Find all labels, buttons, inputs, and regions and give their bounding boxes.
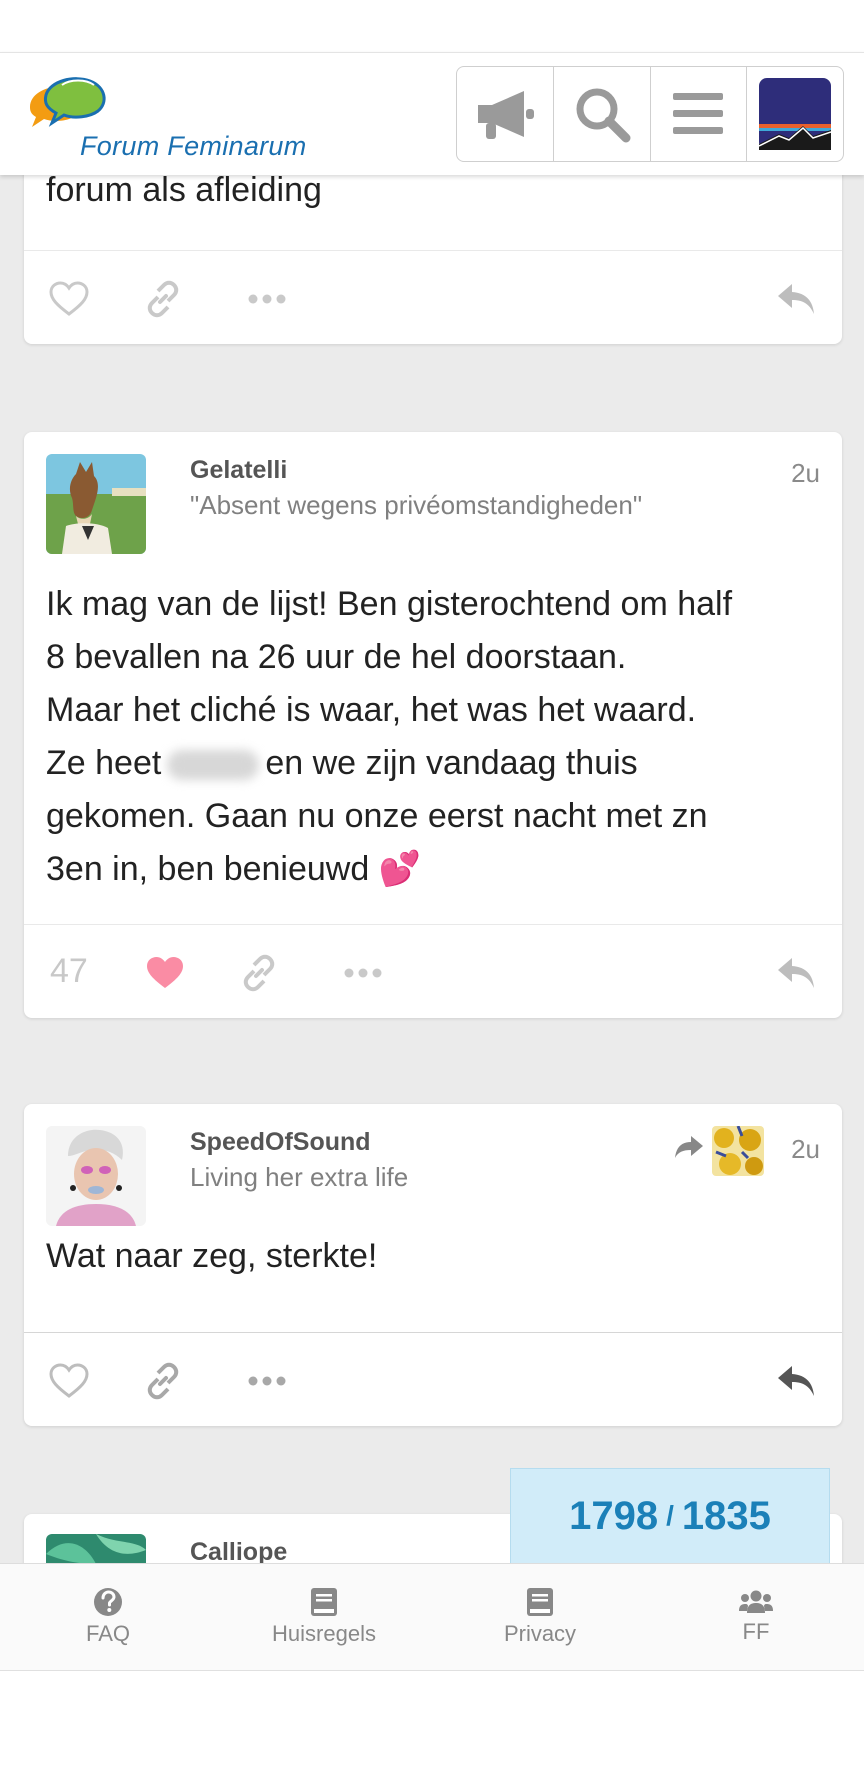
users-icon	[739, 1590, 773, 1613]
two-hearts-emoji: 💕	[378, 850, 422, 888]
post-card: SpeedOfSound Living her extra life 2u Wa…	[24, 1104, 842, 1426]
post-body-fragment: Ze heet	[46, 744, 162, 782]
like-button[interactable]	[142, 950, 188, 996]
heart-outline-icon	[49, 1363, 89, 1398]
question-circle-icon	[94, 1588, 122, 1616]
book-icon	[311, 1588, 337, 1616]
blurred-name	[167, 750, 260, 781]
more-options-button[interactable]	[244, 276, 290, 322]
floral-avatar-icon	[712, 1126, 764, 1176]
like-button[interactable]	[46, 276, 92, 322]
share-link-button[interactable]	[140, 276, 186, 322]
post-divider	[24, 924, 842, 925]
megaphone-icon	[477, 91, 534, 139]
more-options-button[interactable]	[244, 1358, 290, 1404]
progress-separator: /	[666, 1500, 674, 1531]
reply-icon	[778, 284, 814, 314]
link-icon	[147, 280, 179, 318]
link-icon	[147, 1362, 179, 1400]
book-icon	[527, 1588, 553, 1616]
link-icon	[243, 954, 275, 992]
post-body-line: 8 bevallen na 26 uur de hel doorstaan.	[46, 638, 627, 676]
post-divider	[24, 1332, 842, 1333]
user-avatar[interactable]	[46, 454, 146, 554]
post-timestamp[interactable]: 2u	[791, 1134, 820, 1165]
like-button[interactable]	[46, 1358, 92, 1404]
progress-current: 1798	[569, 1493, 659, 1538]
post-divider	[24, 250, 842, 251]
site-logo[interactable]: Forum Feminarum	[22, 73, 322, 163]
user-menu-button[interactable]	[747, 67, 843, 161]
post-card: Gelatelli "Absent wegens privéomstandigh…	[24, 432, 842, 1018]
horse-avatar-icon	[46, 454, 146, 554]
footer-item-label: Huisregels	[272, 1621, 376, 1646]
post-body-line: Ik mag van de lijst! Ben gisterochtend o…	[46, 585, 733, 623]
user-avatar[interactable]	[46, 1126, 146, 1226]
footer-item-ff[interactable]: FF	[648, 1564, 864, 1670]
user-avatar	[759, 78, 832, 150]
ellipsis-icon	[344, 968, 382, 978]
post-user-title: "Absent wegens privéomstandigheden"	[190, 490, 643, 520]
topic-progress-indicator[interactable]: 1798 / 1835	[510, 1468, 830, 1564]
post-user-title: Living her extra life	[190, 1162, 409, 1192]
reply-to-avatar[interactable]	[712, 1126, 764, 1176]
footer-item-label: FAQ	[85, 1621, 130, 1646]
header-button-group	[456, 66, 844, 162]
announcements-button[interactable]	[457, 67, 554, 161]
footer-item-label: Privacy	[503, 1621, 577, 1646]
status-area	[0, 0, 864, 52]
post-body-fragment: en we zijn vandaag thuis	[265, 744, 638, 782]
post-timestamp[interactable]: 2u	[791, 458, 820, 489]
ellipsis-icon	[248, 1376, 286, 1386]
heart-outline-icon	[49, 281, 89, 316]
share-link-button[interactable]	[140, 1358, 186, 1404]
share-arrow-icon	[675, 1136, 703, 1158]
search-icon	[576, 88, 631, 143]
footer-item-label: FF	[742, 1619, 770, 1644]
search-button[interactable]	[554, 67, 651, 161]
post-body-fragment: 3en in, ben benieuwd	[46, 850, 370, 888]
site-header: Forum Feminarum	[0, 52, 864, 175]
post-body-line: 3en in, ben benieuwd 💕	[46, 843, 826, 896]
hamburger-menu-icon	[673, 93, 724, 134]
reply-icon	[778, 1366, 814, 1396]
ellipsis-icon	[248, 294, 286, 304]
reply-button[interactable]	[772, 950, 820, 996]
reply-button[interactable]	[772, 1358, 820, 1404]
like-count[interactable]: 47	[50, 952, 88, 991]
post-body-line: Maar het cliché is waar, het was het waa…	[46, 691, 697, 729]
post-username[interactable]: Gelatelli	[190, 456, 287, 485]
reply-to-indicator[interactable]	[672, 1132, 706, 1162]
progress-total: 1835	[681, 1493, 771, 1538]
post-body: Ik mag van de lijst! Ben gisterochtend o…	[46, 578, 826, 896]
footer-item-huisregels[interactable]: Huisregels	[216, 1564, 432, 1670]
footer-item-privacy[interactable]: Privacy	[432, 1564, 648, 1670]
footer-item-faq[interactable]: FAQ	[0, 1564, 216, 1670]
reply-button[interactable]	[772, 276, 820, 322]
post-username[interactable]: SpeedOfSound	[190, 1128, 371, 1157]
person-avatar-icon	[46, 1126, 146, 1226]
footer-nav: FAQ Huisregels Privacy FF	[0, 1563, 864, 1672]
more-options-button[interactable]	[340, 950, 386, 996]
bottom-area	[0, 1671, 864, 1776]
share-link-button[interactable]	[236, 950, 282, 996]
post-body: Wat naar zeg, sterkte!	[46, 1237, 378, 1275]
post-body-line: Ze heet en we zijn vandaag thuis	[46, 737, 826, 790]
heart-filled-icon	[147, 957, 183, 988]
reply-icon	[778, 958, 814, 988]
post-body-line: gekomen. Gaan nu onze eerst nacht met zn	[46, 797, 708, 835]
brand-name: Forum Feminarum	[80, 131, 307, 161]
menu-button[interactable]	[651, 67, 748, 161]
